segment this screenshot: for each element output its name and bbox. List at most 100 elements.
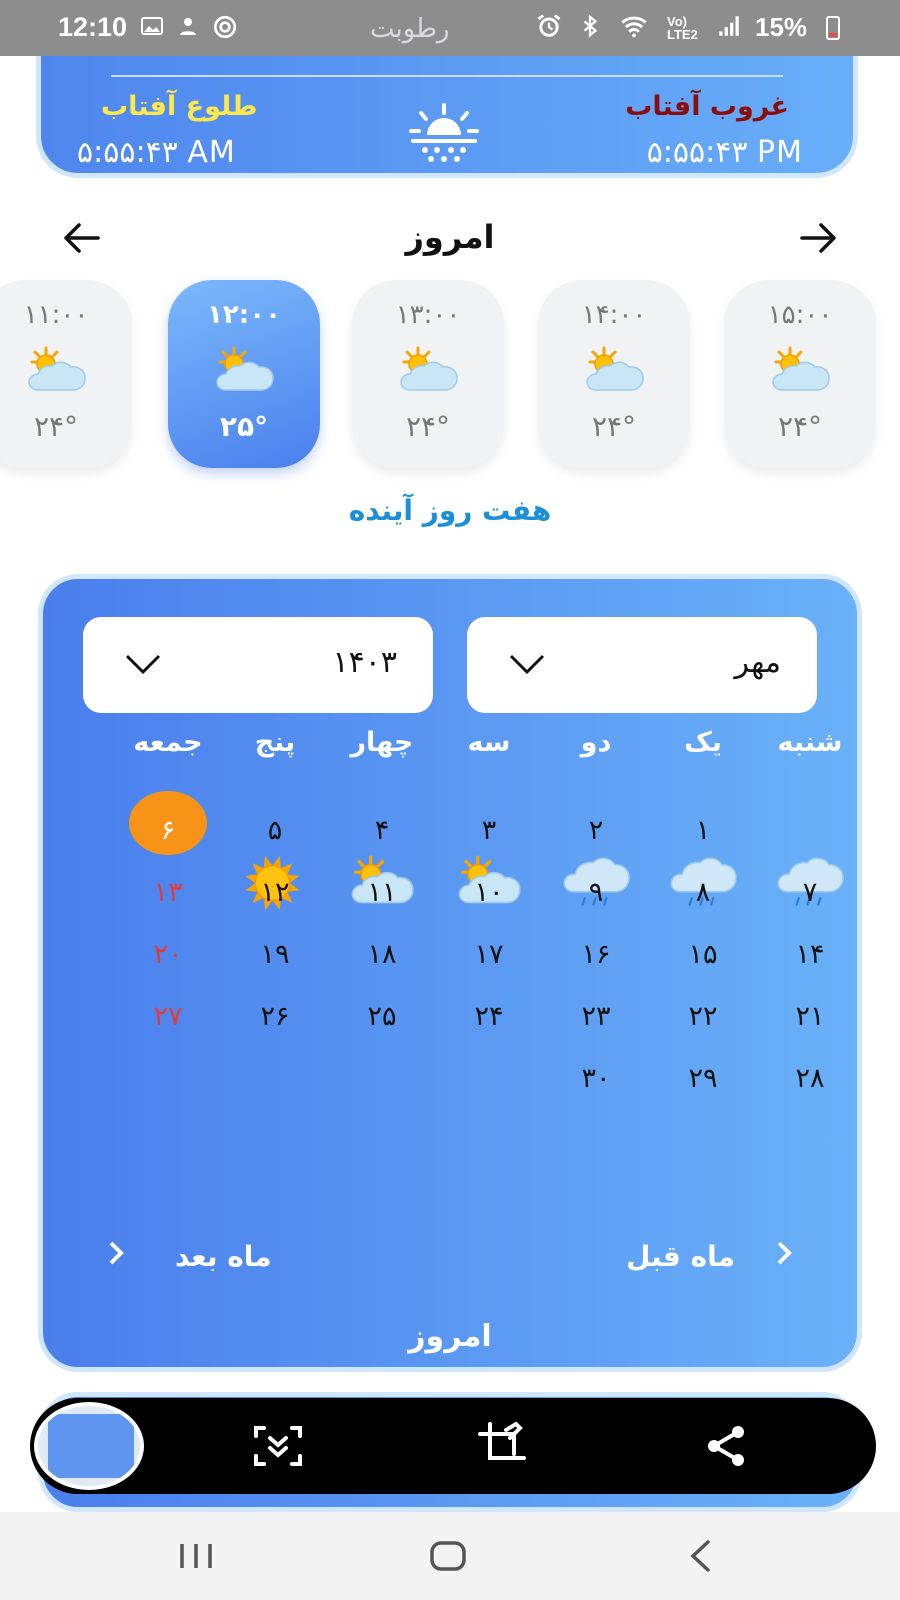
crop-edit-icon[interactable] [472, 1416, 532, 1476]
day-number: ۲۱ [795, 1001, 825, 1032]
year-select[interactable]: ۱۴۰۳ [83, 617, 433, 713]
calendar-day[interactable]: ۲۱ [757, 989, 863, 1045]
hour-temp: ۲۴° [591, 410, 637, 443]
hour-temp: ۲۴° [405, 410, 451, 443]
hour-card[interactable]: ۱۳:۰۰ ۲۴° [352, 280, 504, 468]
next-month-label: ماه بعد [175, 1240, 272, 1273]
arrow-right-icon[interactable] [798, 220, 838, 260]
chevron-down-icon [123, 651, 163, 681]
day-number: ۱۰ [474, 877, 504, 908]
day-number: ۳۰ [581, 1063, 611, 1094]
day-number: ۸ [695, 877, 711, 908]
day-number: ۱۶ [581, 939, 611, 970]
calendar-day[interactable]: ۳ [436, 803, 542, 859]
hour-time: ۱۲:۰۰ [207, 300, 281, 330]
sunrise-sun-icon [407, 101, 481, 169]
day-number: ۲۵ [367, 1001, 397, 1032]
hour-card[interactable]: ۱۴:۰۰ ۲۴° [538, 280, 690, 468]
day-number: ۱۱ [367, 877, 397, 908]
day-number: ۲ [588, 815, 604, 846]
day-number: ۲۴ [474, 1001, 504, 1032]
calendar-day[interactable]: ۲۵ [329, 989, 435, 1045]
day-number: ۲۲ [688, 1001, 718, 1032]
calendar-day[interactable]: ۱ [650, 803, 756, 859]
hour-time: ۱۳:۰۰ [395, 300, 461, 330]
calendar-day[interactable]: ۸ [650, 857, 756, 921]
weekday-label: دو [580, 727, 612, 758]
calendar-day[interactable]: ۹ [543, 857, 649, 921]
hour-time: ۱۵:۰۰ [767, 300, 833, 330]
sunset-time: ۵:۵۵:۴۳ PM [646, 135, 803, 170]
weekday-label: شنبه [777, 727, 843, 758]
calendar-day[interactable]: ۱۰ [436, 855, 542, 921]
calendar-day[interactable]: ۲۴ [436, 989, 542, 1045]
seven-days-link[interactable]: هفت روز آینده [0, 494, 900, 527]
chevron-right-icon [107, 1239, 125, 1274]
day-number: ۱۲ [260, 877, 290, 908]
calendar-day[interactable]: ۳۰ [543, 1051, 649, 1107]
calendar-day-today[interactable]: ۶ [115, 791, 221, 859]
calendar-day[interactable]: ۲۸ [757, 1051, 863, 1107]
calendar-day[interactable]: ۲ [543, 803, 649, 859]
calendar-day[interactable]: ۵ [222, 803, 328, 859]
calendar-day[interactable]: ۴ [329, 803, 435, 859]
partly-cloudy-icon [24, 346, 88, 400]
hour-time: ۱۴:۰۰ [581, 300, 647, 330]
calendar-day[interactable]: ۲۲ [650, 989, 756, 1045]
hour-card[interactable]: ۱۲:۰۰ ۲۵° [168, 280, 320, 468]
calendar-day[interactable]: ۲۶ [222, 989, 328, 1045]
day-number: ۲۳ [581, 1001, 611, 1032]
status-time: 12:10 [58, 12, 128, 42]
scroll-capture-icon[interactable] [248, 1416, 308, 1476]
weekday-label: یک [684, 727, 722, 758]
prev-month-button[interactable]: ماه قبل [626, 1239, 793, 1274]
calendar-day[interactable]: ۱۴ [757, 927, 863, 983]
partly-cloudy-icon [396, 346, 460, 400]
sunrise-label: طلوع آفتاب [101, 91, 258, 122]
calendar-day[interactable]: ۱۱ [329, 855, 435, 921]
person-icon [176, 14, 200, 44]
chevron-right-icon [775, 1239, 793, 1274]
month-select[interactable]: مهر [467, 617, 817, 713]
bluetooth-icon [579, 12, 601, 44]
signal-icon [714, 13, 744, 43]
calendar-day[interactable]: ۷ [757, 857, 863, 921]
calendar-day[interactable]: ۱۷ [436, 927, 542, 983]
partly-cloudy-icon [768, 346, 832, 400]
screenshot-thumbnail[interactable] [34, 1402, 144, 1490]
day-number: ۲۹ [688, 1063, 718, 1094]
calendar-day[interactable]: ۱۳ [115, 865, 221, 921]
day-number: ۲۸ [795, 1063, 825, 1094]
sunset-label: غروب آفتاب [625, 91, 789, 122]
calendar-day[interactable]: ۲۹ [650, 1051, 756, 1107]
wifi-icon [617, 12, 651, 44]
calendar-day[interactable]: ۱۲ [222, 855, 328, 921]
day-number: ۴ [374, 815, 390, 846]
sunrise-time: ۵:۵۵:۴۳ AM [77, 135, 236, 170]
status-overlap-text: رطوبت [370, 14, 450, 44]
day-number: ۲۷ [153, 1001, 183, 1032]
next-month-button[interactable]: ماه بعد [107, 1239, 272, 1274]
calendar-day[interactable]: ۱۶ [543, 927, 649, 983]
calendar-today-button[interactable]: امروز [43, 1319, 857, 1354]
weekday-label: چهار [350, 727, 414, 758]
calendar-day[interactable]: ۱۸ [329, 927, 435, 983]
calendar-day[interactable]: ۲۰ [115, 927, 221, 983]
calendar-day[interactable]: ۱۵ [650, 927, 756, 983]
calendar-day[interactable]: ۱۹ [222, 927, 328, 983]
home-icon[interactable] [418, 1532, 478, 1580]
day-number: ۱۸ [367, 939, 397, 970]
calendar-day[interactable]: ۲۷ [115, 989, 221, 1045]
share-icon[interactable] [696, 1416, 756, 1476]
calendar-day[interactable]: ۲۳ [543, 989, 649, 1045]
back-icon[interactable] [670, 1532, 730, 1580]
hour-card[interactable]: ۱۵:۰۰ ۲۴° [724, 280, 876, 468]
partly-cloudy-icon [582, 346, 646, 400]
calendar-card: ۱۴۰۳ مهر شنبه یک دو سه چهار پنج جمعه ۱۲۳۴۵۶ ۷ … [38, 574, 862, 1372]
day-number: ۳ [481, 815, 497, 846]
hour-temp: ۲۵° [219, 410, 269, 443]
day-number: ۲۶ [260, 1001, 290, 1032]
recents-icon[interactable] [166, 1532, 226, 1580]
hour-card[interactable]: ۱۱:۰۰ ۲۴° [0, 280, 132, 468]
divider [111, 75, 783, 77]
